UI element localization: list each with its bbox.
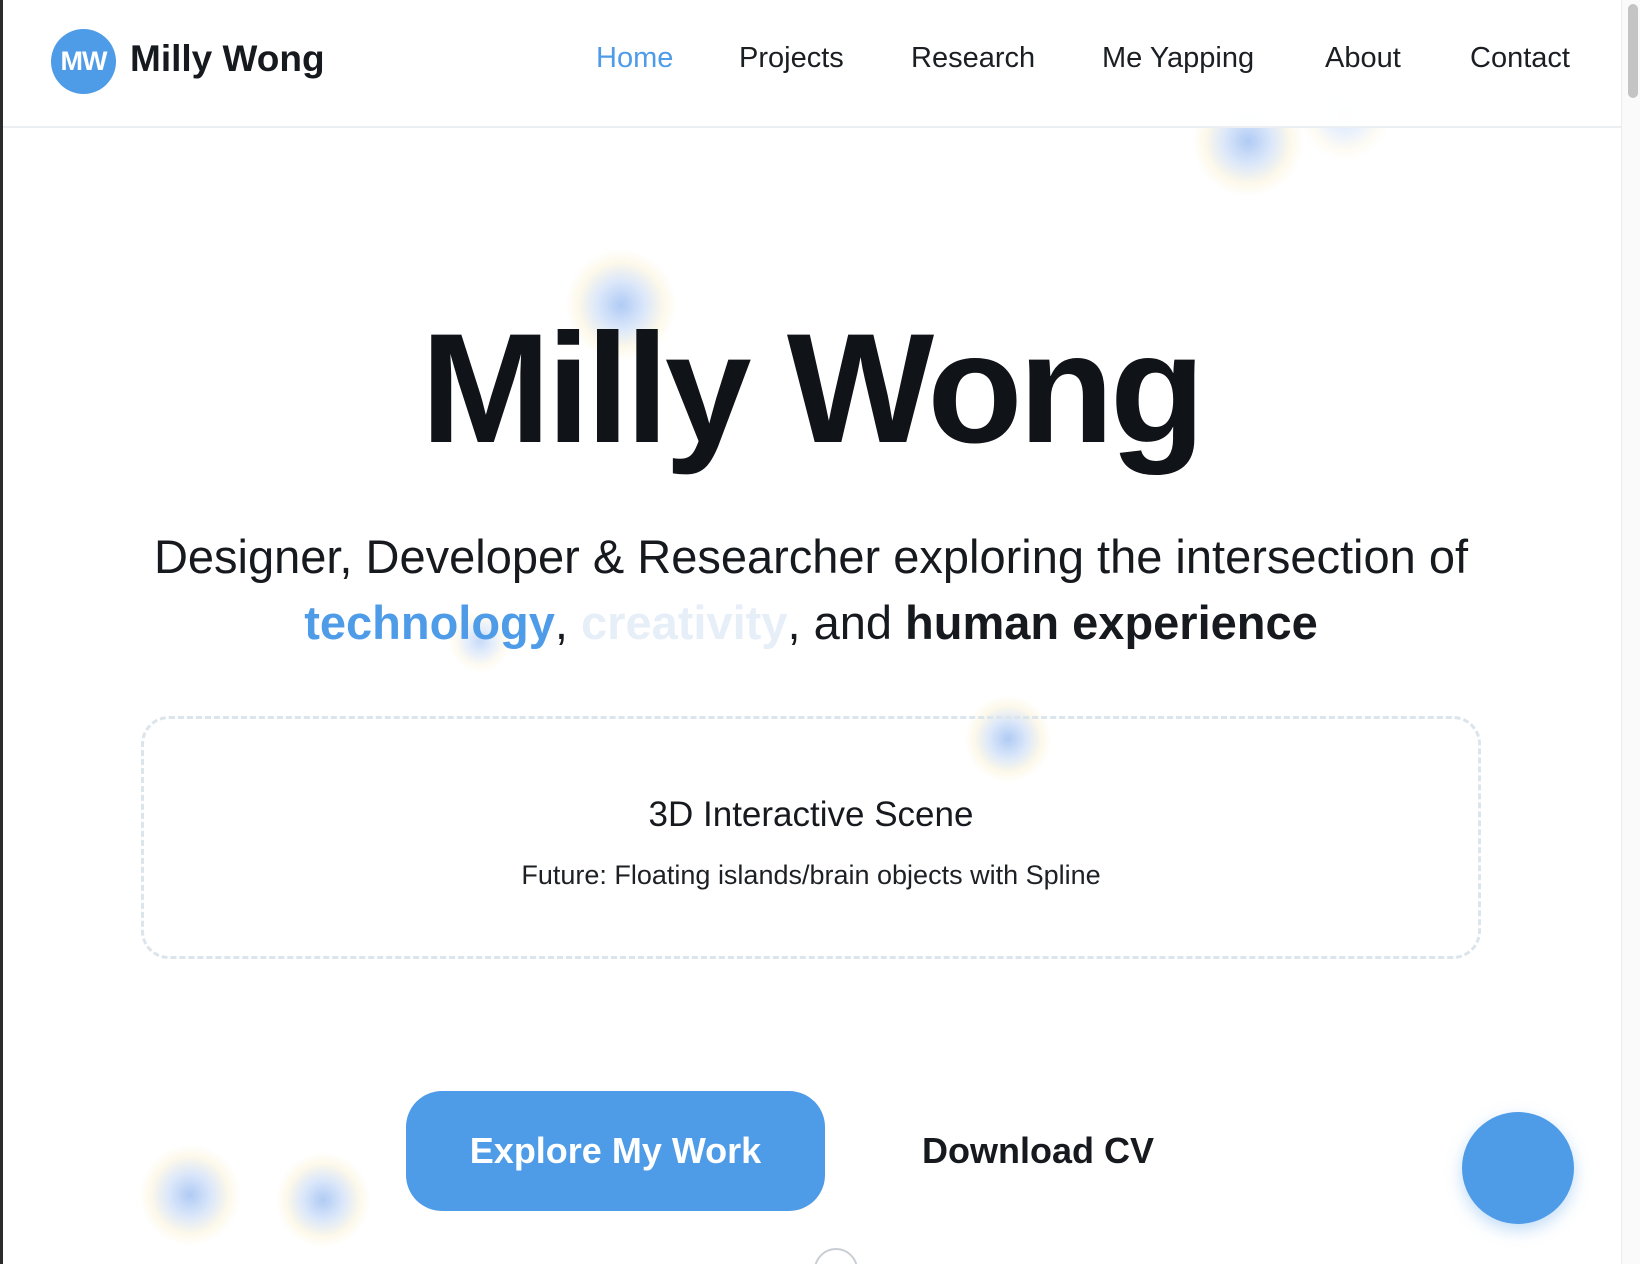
subtitle-and: , and	[787, 596, 906, 649]
nav-home[interactable]: Home	[596, 42, 673, 75]
scene-title: 3D Interactive Scene	[648, 795, 974, 834]
nav-about[interactable]: About	[1325, 42, 1401, 75]
download-cv-button[interactable]: Download CV	[880, 1091, 1196, 1211]
scrollbar-thumb[interactable]	[1628, 4, 1638, 98]
page-viewport: MW Milly Wong Home Projects Research Me …	[0, 0, 1640, 1264]
page-scrollbar[interactable]	[1621, 0, 1640, 1264]
highlight-creativity: creativity	[581, 596, 788, 649]
glow-particle	[276, 1153, 370, 1247]
scroll-down-indicator-icon[interactable]	[814, 1248, 858, 1264]
hero-subtitle-line1: Designer, Developer & Researcher explori…	[153, 530, 1469, 583]
subtitle-comma: ,	[554, 596, 582, 649]
highlight-technology: technology	[304, 596, 555, 649]
hero-subtitle: Designer, Developer & Researcher explori…	[0, 524, 1622, 656]
nav-projects[interactable]: Projects	[739, 42, 844, 75]
explore-work-button[interactable]: Explore My Work	[406, 1091, 825, 1211]
hero-subtitle-line2: technology, creativity, and human experi…	[0, 590, 1622, 656]
nav-research[interactable]: Research	[911, 42, 1035, 75]
nav-contact[interactable]: Contact	[1470, 42, 1570, 75]
main-nav: Home Projects Research Me Yapping About …	[3, 42, 1622, 82]
3d-scene-placeholder[interactable]: 3D Interactive Scene Future: Floating is…	[141, 716, 1481, 959]
hero-title: Milly Wong	[420, 302, 1205, 476]
highlight-human-experience: human experience	[905, 596, 1318, 649]
site-header: MW Milly Wong Home Projects Research Me …	[3, 0, 1622, 128]
scene-description: Future: Floating islands/brain objects w…	[521, 860, 1101, 890]
floating-action-button[interactable]	[1462, 1112, 1574, 1224]
glow-particle	[140, 1145, 240, 1245]
nav-me-yapping[interactable]: Me Yapping	[1102, 42, 1254, 75]
